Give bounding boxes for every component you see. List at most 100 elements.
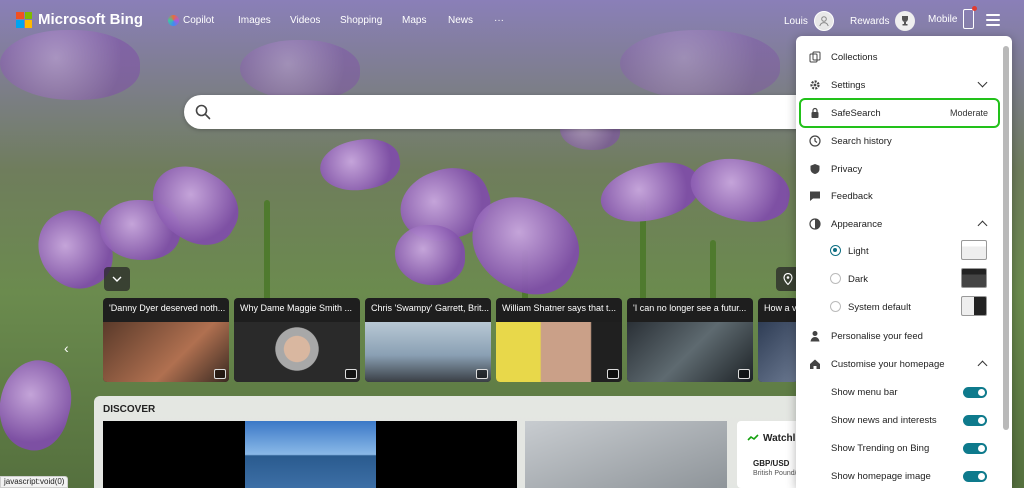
theme-option-dark[interactable]: Dark xyxy=(796,266,1002,292)
settings-menu-panel: Collections Settings SafeSearch Moderate… xyxy=(796,36,1012,488)
toggle-switch[interactable] xyxy=(963,443,987,454)
chevron-up-icon xyxy=(977,220,988,231)
system-theme-thumbnail xyxy=(961,296,987,316)
theme-option-system[interactable]: System default xyxy=(796,294,1002,320)
discover-card[interactable] xyxy=(525,421,727,488)
discover-title: DISCOVER xyxy=(103,404,156,415)
nav-videos[interactable]: Videos xyxy=(290,15,340,26)
news-card[interactable]: Chris 'Swampy' Garrett, Brit... xyxy=(365,298,491,382)
rewards-label: Rewards xyxy=(850,15,890,27)
gear-icon xyxy=(810,80,820,90)
theme-option-light[interactable]: Light xyxy=(796,238,1002,264)
news-card[interactable]: How a v xyxy=(758,298,798,382)
panel-scrollbar-thumb[interactable] xyxy=(1003,46,1009,430)
menu-item-collections[interactable]: Collections xyxy=(796,44,1002,70)
menu-item-personalise[interactable]: Personalise your feed xyxy=(796,323,1002,349)
menu-item-label: SafeSearch xyxy=(831,107,881,119)
menu-item-safesearch[interactable]: SafeSearch Moderate xyxy=(796,100,1002,126)
toggle-row-menu-bar[interactable]: Show menu bar xyxy=(796,379,1002,405)
nav-copilot-label: Copilot xyxy=(183,15,215,26)
user-account[interactable]: Louis xyxy=(784,11,834,31)
menu-item-privacy[interactable]: Privacy xyxy=(796,156,1002,182)
chevron-up-icon xyxy=(977,360,988,371)
read-icon xyxy=(738,369,750,379)
menu-item-label: Search history xyxy=(831,135,892,147)
toggle-row-homepage-image[interactable]: Show homepage image xyxy=(796,463,1002,488)
feedback-icon xyxy=(810,191,820,201)
news-card[interactable]: Why Dame Maggie Smith ... xyxy=(234,298,360,382)
news-card-title: William Shatner says that t... xyxy=(502,303,617,313)
news-card[interactable]: William Shatner says that t... xyxy=(496,298,622,382)
news-card-title: 'I can no longer see a futur... xyxy=(633,303,747,313)
watchlist-item-sub: British Pound/ xyxy=(753,470,797,477)
phone-icon xyxy=(963,6,978,29)
history-icon xyxy=(809,135,821,147)
radio-system[interactable] xyxy=(830,301,841,312)
news-card-title: 'Danny Dyer deserved noth... xyxy=(109,303,226,313)
news-card-title: Why Dame Maggie Smith ... xyxy=(240,303,353,313)
nav-images[interactable]: Images xyxy=(238,15,290,26)
watchlist-item: GBP/USD xyxy=(753,459,790,468)
hamburger-menu-icon[interactable] xyxy=(986,14,1000,29)
news-card[interactable]: 'I can no longer see a futur... xyxy=(627,298,753,382)
news-card-image xyxy=(365,322,491,382)
menu-item-customise[interactable]: Customise your homepage xyxy=(796,351,1002,377)
status-bar: javascript:void(0) xyxy=(0,476,69,488)
news-card-title: How a v xyxy=(764,303,797,313)
notification-dot xyxy=(972,6,978,11)
toggle-label: Show news and interests xyxy=(831,414,937,426)
news-card-image xyxy=(103,322,229,382)
chevron-left-icon[interactable]: ‹ xyxy=(64,340,69,356)
menu-item-label: Appearance xyxy=(831,218,883,230)
toggle-switch[interactable] xyxy=(963,387,987,398)
nav-shopping[interactable]: Shopping xyxy=(340,15,402,26)
menu-item-search-history[interactable]: Search history xyxy=(796,128,1002,154)
shield-icon xyxy=(810,164,820,174)
toggle-row-news[interactable]: Show news and interests xyxy=(796,407,1002,433)
news-card[interactable]: 'Danny Dyer deserved noth... xyxy=(103,298,229,382)
toggle-switch[interactable] xyxy=(963,471,987,482)
toggle-row-trending[interactable]: Show Trending on Bing xyxy=(796,435,1002,461)
discover-video-thumbnail xyxy=(245,421,376,488)
microsoft-logo-icon xyxy=(16,11,32,28)
nav-news[interactable]: News xyxy=(448,15,494,26)
nav-more[interactable]: ··· xyxy=(494,15,504,26)
nav-maps[interactable]: Maps xyxy=(402,15,448,26)
contrast-icon xyxy=(809,218,821,230)
menu-item-feedback[interactable]: Feedback xyxy=(796,183,1002,209)
bing-logo[interactable]: Microsoft Bing xyxy=(16,11,143,28)
read-icon xyxy=(214,369,226,379)
chevron-down-icon xyxy=(977,77,988,88)
nav-copilot[interactable]: Copilot xyxy=(168,15,238,26)
menu-item-settings[interactable]: Settings xyxy=(796,72,1002,98)
mobile-button[interactable]: Mobile xyxy=(928,6,978,29)
radio-light[interactable] xyxy=(830,245,841,256)
radio-dark[interactable] xyxy=(830,273,841,284)
copilot-icon xyxy=(168,15,179,26)
news-card-title: Chris 'Swampy' Garrett, Brit... xyxy=(371,303,489,313)
user-name: Louis xyxy=(784,15,808,27)
theme-label: Dark xyxy=(848,273,869,285)
search-icon xyxy=(195,104,211,120)
rewards-button[interactable]: Rewards xyxy=(850,11,916,31)
home-icon xyxy=(810,359,820,369)
read-icon xyxy=(476,369,488,379)
read-icon xyxy=(345,369,357,379)
main-nav: Copilot Images Videos Shopping Maps News… xyxy=(168,15,504,26)
avatar xyxy=(813,11,834,31)
location-pin-icon xyxy=(783,273,793,285)
menu-item-label: Settings xyxy=(831,79,866,91)
toggle-switch[interactable] xyxy=(963,415,987,426)
collections-icon xyxy=(809,51,821,63)
menu-item-appearance[interactable]: Appearance xyxy=(796,211,1002,237)
menu-item-label: Privacy xyxy=(831,163,863,175)
news-card-image xyxy=(496,322,622,382)
toggle-label: Show Trending on Bing xyxy=(831,442,930,454)
menu-item-label: Feedback xyxy=(831,190,873,202)
menu-item-label: Customise your homepage xyxy=(831,358,945,370)
menu-item-label: Personalise your feed xyxy=(831,330,923,342)
news-card-image xyxy=(234,322,360,382)
search-input[interactable] xyxy=(184,95,824,129)
trophy-icon xyxy=(895,11,916,31)
collapse-feed-button[interactable] xyxy=(104,267,130,291)
